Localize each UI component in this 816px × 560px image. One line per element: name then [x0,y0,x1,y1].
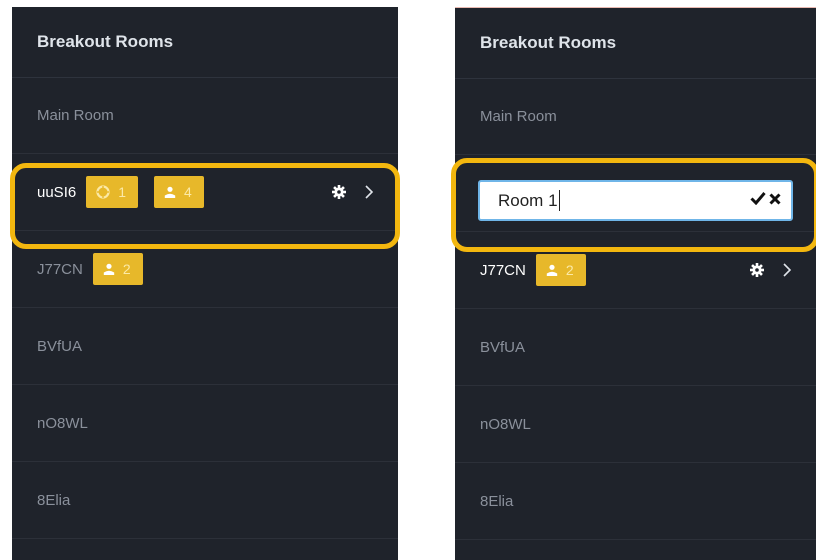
room-row-no8wl[interactable]: nO8WL [12,385,398,462]
participant-count: 2 [565,262,574,278]
room-name: J77CN [37,260,83,278]
check-icon[interactable] [750,191,766,210]
room-row-uusi6[interactable]: uuSI6 1 4 [12,154,398,231]
user-icon [546,264,558,276]
row-actions [750,262,792,278]
room-row-j77cn[interactable]: J77CN 2 [12,231,398,308]
room-name: nO8WL [480,415,531,433]
room-name: uuSI6 [37,183,77,201]
room-rename-input[interactable]: Room 1 [478,180,793,221]
row-actions [332,184,374,200]
gear-icon[interactable] [332,185,346,199]
breakout-rooms-panel-left: Breakout Rooms Main Room uuSI6 1 4 J77CN… [12,7,398,560]
gear-icon[interactable] [750,263,764,277]
participant-count-badge: 2 [535,254,586,286]
room-row-8elia[interactable]: 8Elia [455,463,816,540]
user-icon [103,263,115,275]
lifebuoy-icon [96,185,110,199]
participant-count: 2 [122,261,131,277]
room-row-j77cn[interactable]: J77CN 2 [455,232,816,309]
room-name: 8Elia [480,492,514,510]
room-name: nO8WL [37,414,88,432]
room-name: BVfUA [37,337,83,355]
chevron-right-icon[interactable] [782,262,792,278]
participant-count-badge: 2 [92,253,143,285]
room-row-no8wl[interactable]: nO8WL [455,386,816,463]
text-caret [558,190,560,211]
close-icon[interactable] [769,192,781,210]
room-rename-value: Room 1 [498,190,558,210]
room-name: BVfUA [480,338,526,356]
room-name: Main Room [37,107,114,124]
participant-count: 4 [184,184,192,200]
help-request-count: 1 [118,184,126,200]
user-icon [164,186,176,198]
panel-title: Breakout Rooms [12,7,398,78]
room-row-8elia[interactable]: 8Elia [12,462,398,539]
room-name: J77CN [480,261,526,279]
room-main[interactable]: Main Room [455,79,816,155]
room-row-bvfua[interactable]: BVfUA [455,309,816,386]
help-request-badge: 1 [86,176,138,208]
room-main[interactable]: Main Room [12,78,398,154]
chevron-right-icon[interactable] [364,184,374,200]
room-name: Main Room [480,108,557,125]
panel-title: Breakout Rooms [455,8,816,79]
breakout-rooms-panel-right: Breakout Rooms Main Room J77CN 2 BVfUA n… [455,7,816,560]
room-row-bvfua[interactable]: BVfUA [12,308,398,385]
room-name: 8Elia [37,491,71,509]
participant-count-badge: 4 [154,176,204,208]
